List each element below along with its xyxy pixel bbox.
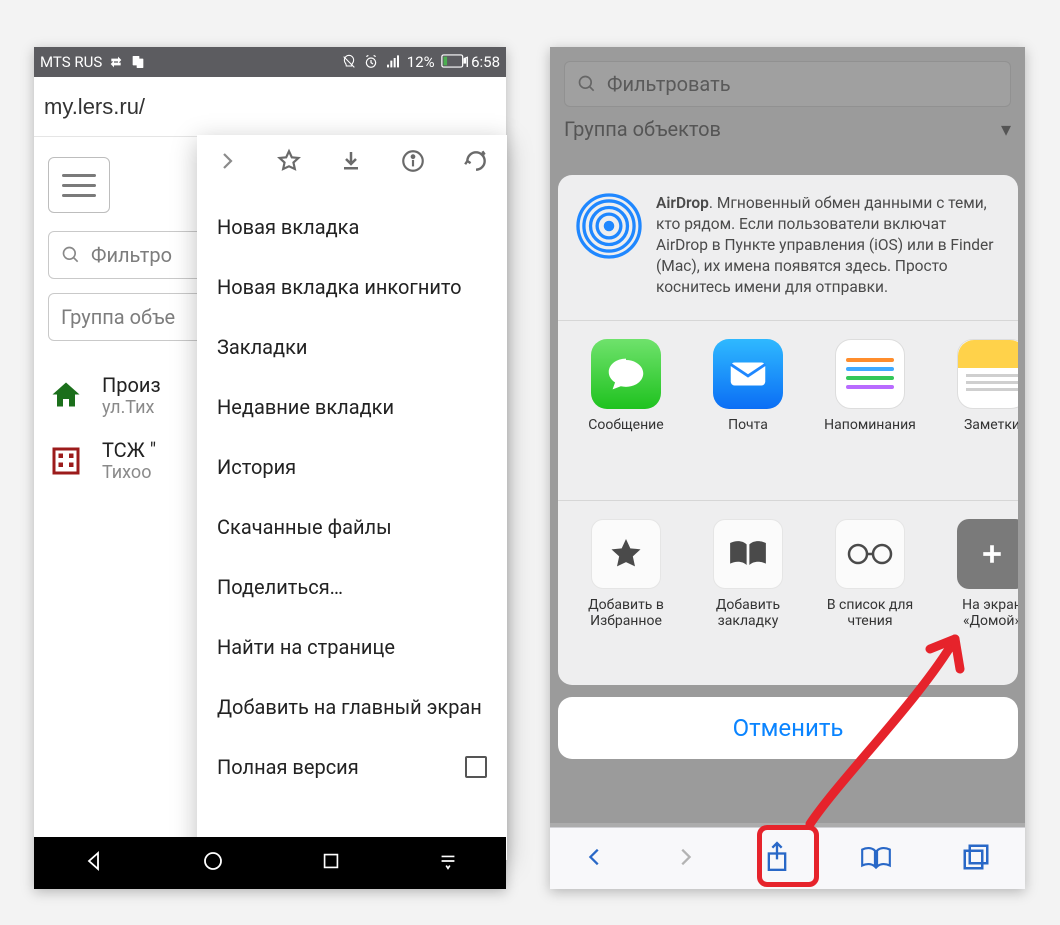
menu-add-home[interactable]: Добавить на главный экран (197, 677, 507, 737)
airdrop-icon (576, 193, 642, 259)
nav-menu-icon[interactable] (437, 850, 459, 876)
home-icon (48, 378, 84, 414)
sync-icon (108, 54, 124, 70)
android-screenshot: MTS RUS 12% 16:58 (34, 47, 506, 889)
safari-back-icon[interactable] (584, 842, 606, 876)
action-bookmark[interactable]: Добавить закладку (702, 519, 794, 680)
vibrate-icon (341, 54, 357, 70)
menu-incognito[interactable]: Новая вкладка инкогнито (197, 257, 507, 317)
group-placeholder: Группа объе (61, 305, 175, 329)
book-icon (713, 519, 783, 589)
action-reading-list[interactable]: В список для чтения (824, 519, 916, 680)
url-input[interactable] (44, 94, 164, 120)
glasses-icon (835, 519, 905, 589)
menu-recent-tabs[interactable]: Недавние вкладки (197, 377, 507, 437)
airdrop-text: AirDrop. Мгновенный обмен данными с теми… (656, 193, 1000, 298)
star-icon[interactable] (276, 148, 302, 178)
forward-icon[interactable] (215, 149, 239, 177)
star-filled-icon (591, 519, 661, 589)
android-status-bar: MTS RUS 12% 16:58 (34, 47, 506, 77)
menu-find[interactable]: Найти на странице (197, 617, 507, 677)
android-nav-bar (34, 837, 506, 889)
search-icon (577, 74, 597, 94)
ios-screenshot: Фильтровать Группа объектов ▾ AirDrop. М… (550, 47, 1025, 889)
chrome-url-bar[interactable] (34, 77, 506, 137)
safari-bookmarks-icon[interactable] (859, 843, 893, 875)
info-icon[interactable] (400, 148, 426, 178)
cancel-button[interactable]: Отменить (558, 697, 1018, 759)
download-icon[interactable] (339, 149, 363, 177)
share-app-notes[interactable]: Заметки (946, 339, 1018, 500)
desktop-site-checkbox[interactable] (465, 756, 487, 778)
battery-icon (441, 54, 457, 70)
share-sheet: AirDrop. Мгновенный обмен данными с теми… (558, 175, 1018, 685)
alarm-icon (363, 54, 379, 70)
battery-percent: 12% (407, 53, 435, 71)
plus-icon (957, 519, 1018, 589)
filter-placeholder: Фильтро (91, 243, 172, 267)
notes-icon (957, 339, 1018, 409)
clock-label: 16:58 (463, 53, 500, 71)
safari-tabs-icon[interactable] (961, 842, 991, 876)
building-icon (48, 443, 84, 479)
search-icon (61, 245, 81, 265)
share-app-mail[interactable]: Почта (702, 339, 794, 500)
double-sim-icon (130, 54, 146, 70)
nav-home-icon[interactable] (201, 849, 225, 877)
ios-group-select[interactable]: Группа объектов ▾ (550, 107, 1025, 141)
menu-history[interactable]: История (197, 437, 507, 497)
menu-new-tab[interactable]: Новая вкладка (197, 197, 507, 257)
action-favorites[interactable]: Добавить в Избранное (580, 519, 672, 680)
chevron-down-icon: ▾ (1001, 117, 1011, 141)
reminders-icon (835, 339, 905, 409)
nav-recent-icon[interactable] (320, 850, 342, 876)
signal-icon (385, 54, 401, 70)
share-apps-row: Сообщение Почта Напоминания (558, 320, 1018, 500)
share-actions-row: Добавить в Избранное Добавить закладку В… (558, 500, 1018, 680)
hamburger-button[interactable] (48, 157, 110, 213)
item-title: ТСЖ " (102, 438, 156, 462)
safari-forward-icon[interactable] (674, 842, 696, 876)
item-subtitle: ул.Тих (102, 397, 161, 418)
chrome-menu: Новая вкладка Новая вкладка инкогнито За… (197, 135, 507, 860)
mail-icon (713, 339, 783, 409)
item-title: Произ (102, 373, 161, 397)
action-home-screen[interactable]: На экран «Домой» (946, 519, 1018, 680)
airdrop-section[interactable]: AirDrop. Мгновенный обмен данными с теми… (558, 175, 1018, 320)
nav-back-icon[interactable] (82, 849, 106, 877)
item-subtitle: Тихоо (102, 462, 156, 483)
safari-share-icon[interactable] (763, 840, 791, 878)
carrier-label: MTS RUS (40, 53, 102, 71)
messages-icon (591, 339, 661, 409)
ios-filter-placeholder: Фильтровать (607, 72, 731, 96)
refresh-icon[interactable] (463, 148, 489, 178)
ios-filter-input[interactable]: Фильтровать (564, 61, 1011, 107)
share-app-reminders[interactable]: Напоминания (824, 339, 916, 500)
menu-bookmarks[interactable]: Закладки (197, 317, 507, 377)
menu-desktop-site[interactable]: Полная версия (197, 737, 507, 797)
menu-share[interactable]: Поделиться… (197, 557, 507, 617)
safari-toolbar (550, 827, 1025, 889)
menu-downloads[interactable]: Скачанные файлы (197, 497, 507, 557)
share-app-messages[interactable]: Сообщение (580, 339, 672, 500)
ios-group-label: Группа объектов (564, 117, 721, 141)
